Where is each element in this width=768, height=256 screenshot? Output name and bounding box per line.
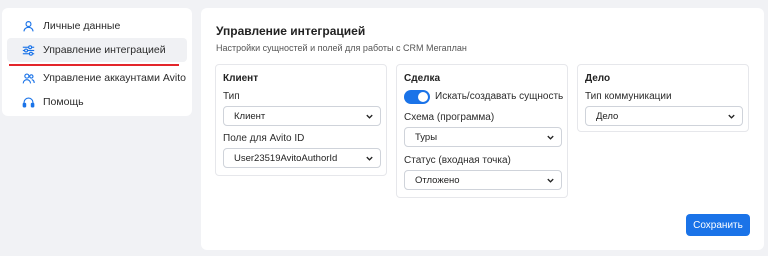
case-card: Дело Тип коммуникации Дело [577, 64, 749, 132]
case-comm-value: Дело [596, 110, 619, 122]
save-button[interactable]: Сохранить [686, 214, 750, 236]
chevron-down-icon [366, 156, 373, 161]
chevron-down-icon [728, 114, 735, 119]
sidebar-item-avito-accounts[interactable]: Управление аккаунтами Avito [7, 66, 187, 90]
chevron-down-icon [366, 114, 373, 119]
sidebar-item-help[interactable]: Помощь [7, 90, 187, 114]
client-field-label: Поле для Avito ID [223, 133, 305, 144]
users-icon [21, 71, 35, 85]
case-card-title: Дело [585, 73, 611, 84]
client-type-label: Тип [223, 91, 240, 102]
client-type-value: Клиент [234, 110, 266, 122]
chevron-down-icon [547, 135, 554, 140]
client-card: Клиент Тип Клиент Поле для Avito ID User… [215, 64, 387, 176]
sidebar-item-label: Управление интеграцией [43, 44, 166, 56]
sidebar-item-personal-data[interactable]: Личные данные [7, 14, 187, 38]
search-create-toggle[interactable] [404, 90, 430, 104]
deal-status-label: Статус (входная точка) [404, 155, 511, 166]
deal-status-select[interactable]: Отложено [404, 170, 562, 190]
client-card-title: Клиент [223, 73, 259, 84]
sidebar-item-label: Управление аккаунтами Avito [43, 72, 187, 84]
client-field-select[interactable]: User23519AvitoAuthorId [223, 148, 381, 168]
client-field-value: User23519AvitoAuthorId [234, 152, 338, 164]
user-icon [21, 19, 35, 33]
sidebar-item-label: Личные данные [43, 20, 121, 32]
page-subtitle: Настройки сущностей и полей для работы с… [216, 43, 467, 53]
sidebar: Личные данные Управление интеграцией Упр… [2, 8, 192, 116]
deal-card: Сделка Искать/создавать сущность Схема (… [396, 64, 568, 198]
sidebar-item-integration[interactable]: Управление интеграцией [7, 38, 187, 66]
deal-scheme-label: Схема (программа) [404, 112, 495, 123]
deal-card-title: Сделка [404, 73, 441, 84]
deal-status-value: Отложено [415, 174, 460, 186]
chevron-down-icon [547, 178, 554, 183]
deal-scheme-value: Туры [415, 131, 438, 143]
page-title: Управление интеграцией [216, 24, 366, 38]
case-comm-label: Тип коммуникации [585, 91, 672, 102]
toggle-knob [418, 92, 428, 102]
sidebar-item-label: Помощь [43, 96, 84, 108]
headset-icon [21, 95, 35, 109]
deal-scheme-select[interactable]: Туры [404, 127, 562, 147]
search-create-label: Искать/создавать сущность [435, 91, 564, 102]
case-comm-select[interactable]: Дело [585, 106, 743, 126]
client-type-select[interactable]: Клиент [223, 106, 381, 126]
sliders-icon [21, 43, 35, 57]
main-panel: Управление интеграцией Настройки сущност… [201, 8, 764, 250]
